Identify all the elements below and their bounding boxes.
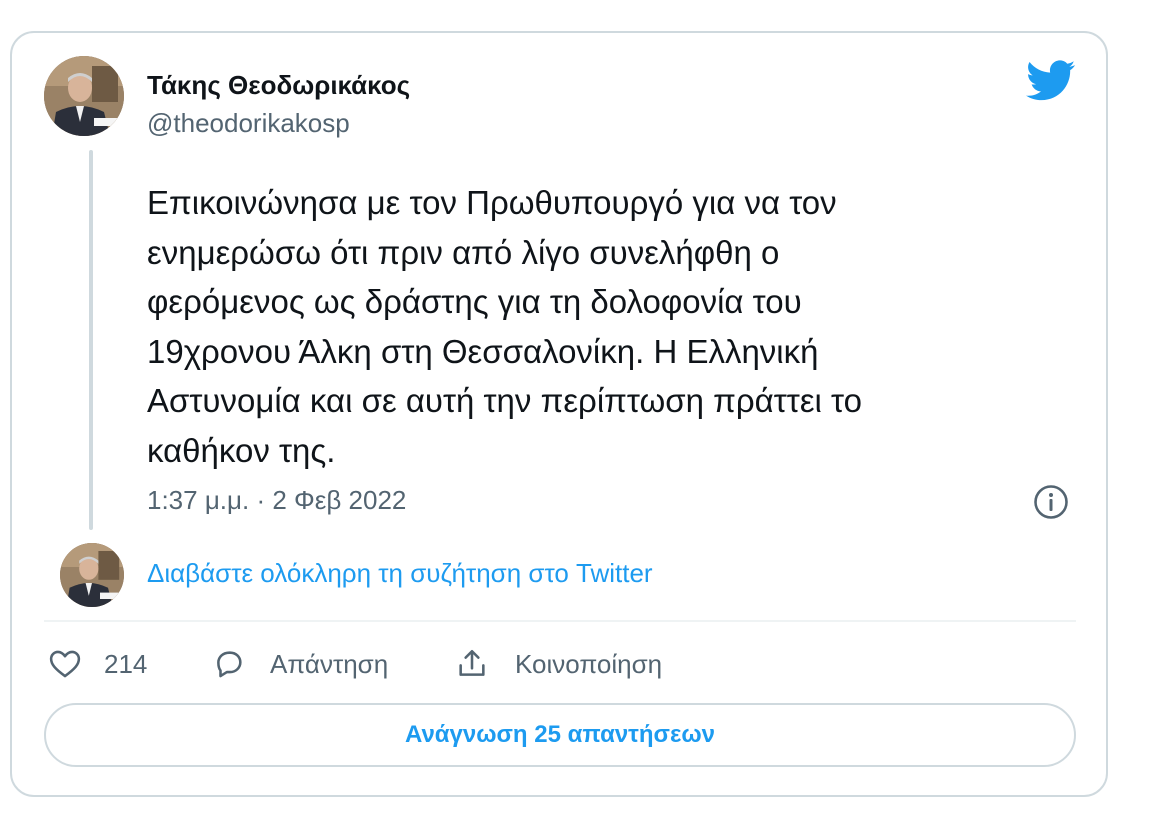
share-button[interactable]: Κοινοποίηση (455, 644, 662, 684)
twitter-bird-icon[interactable] (1026, 60, 1076, 102)
reply-button[interactable]: Απάντηση (212, 644, 388, 684)
info-icon[interactable] (1033, 484, 1069, 520)
heart-icon (49, 650, 81, 678)
actions-divider (44, 620, 1076, 622)
share-label: Κοινοποίηση (515, 648, 663, 679)
read-conversation-link[interactable]: Διαβάστε ολόκληρη τη συζήτηση στο Twitte… (147, 558, 653, 589)
tweet-timestamp[interactable]: 1:37 μ.μ. · 2 Φεβ 2022 (147, 485, 406, 516)
share-upload-icon (459, 649, 485, 676)
author-photo (44, 56, 124, 136)
author-photo-small (60, 543, 124, 607)
speech-bubble-icon (217, 651, 242, 678)
tweet-text: Επικοινώνησα με τον Πρωθυπουργό για να τ… (147, 184, 862, 469)
conversation-avatar[interactable] (60, 543, 124, 607)
author-avatar[interactable] (44, 56, 124, 136)
thread-connector-line (89, 150, 93, 530)
like-button[interactable]: 214 (48, 644, 147, 684)
author-name[interactable]: Τάκης Θεοδωρικάκος (147, 70, 410, 101)
author-handle[interactable]: @theodorikakosp (147, 108, 350, 139)
like-count: 214 (104, 648, 148, 679)
reply-label: Απάντηση (270, 648, 389, 679)
read-replies-button[interactable]: Ανάγνωση 25 απαντήσεων (44, 703, 1076, 767)
